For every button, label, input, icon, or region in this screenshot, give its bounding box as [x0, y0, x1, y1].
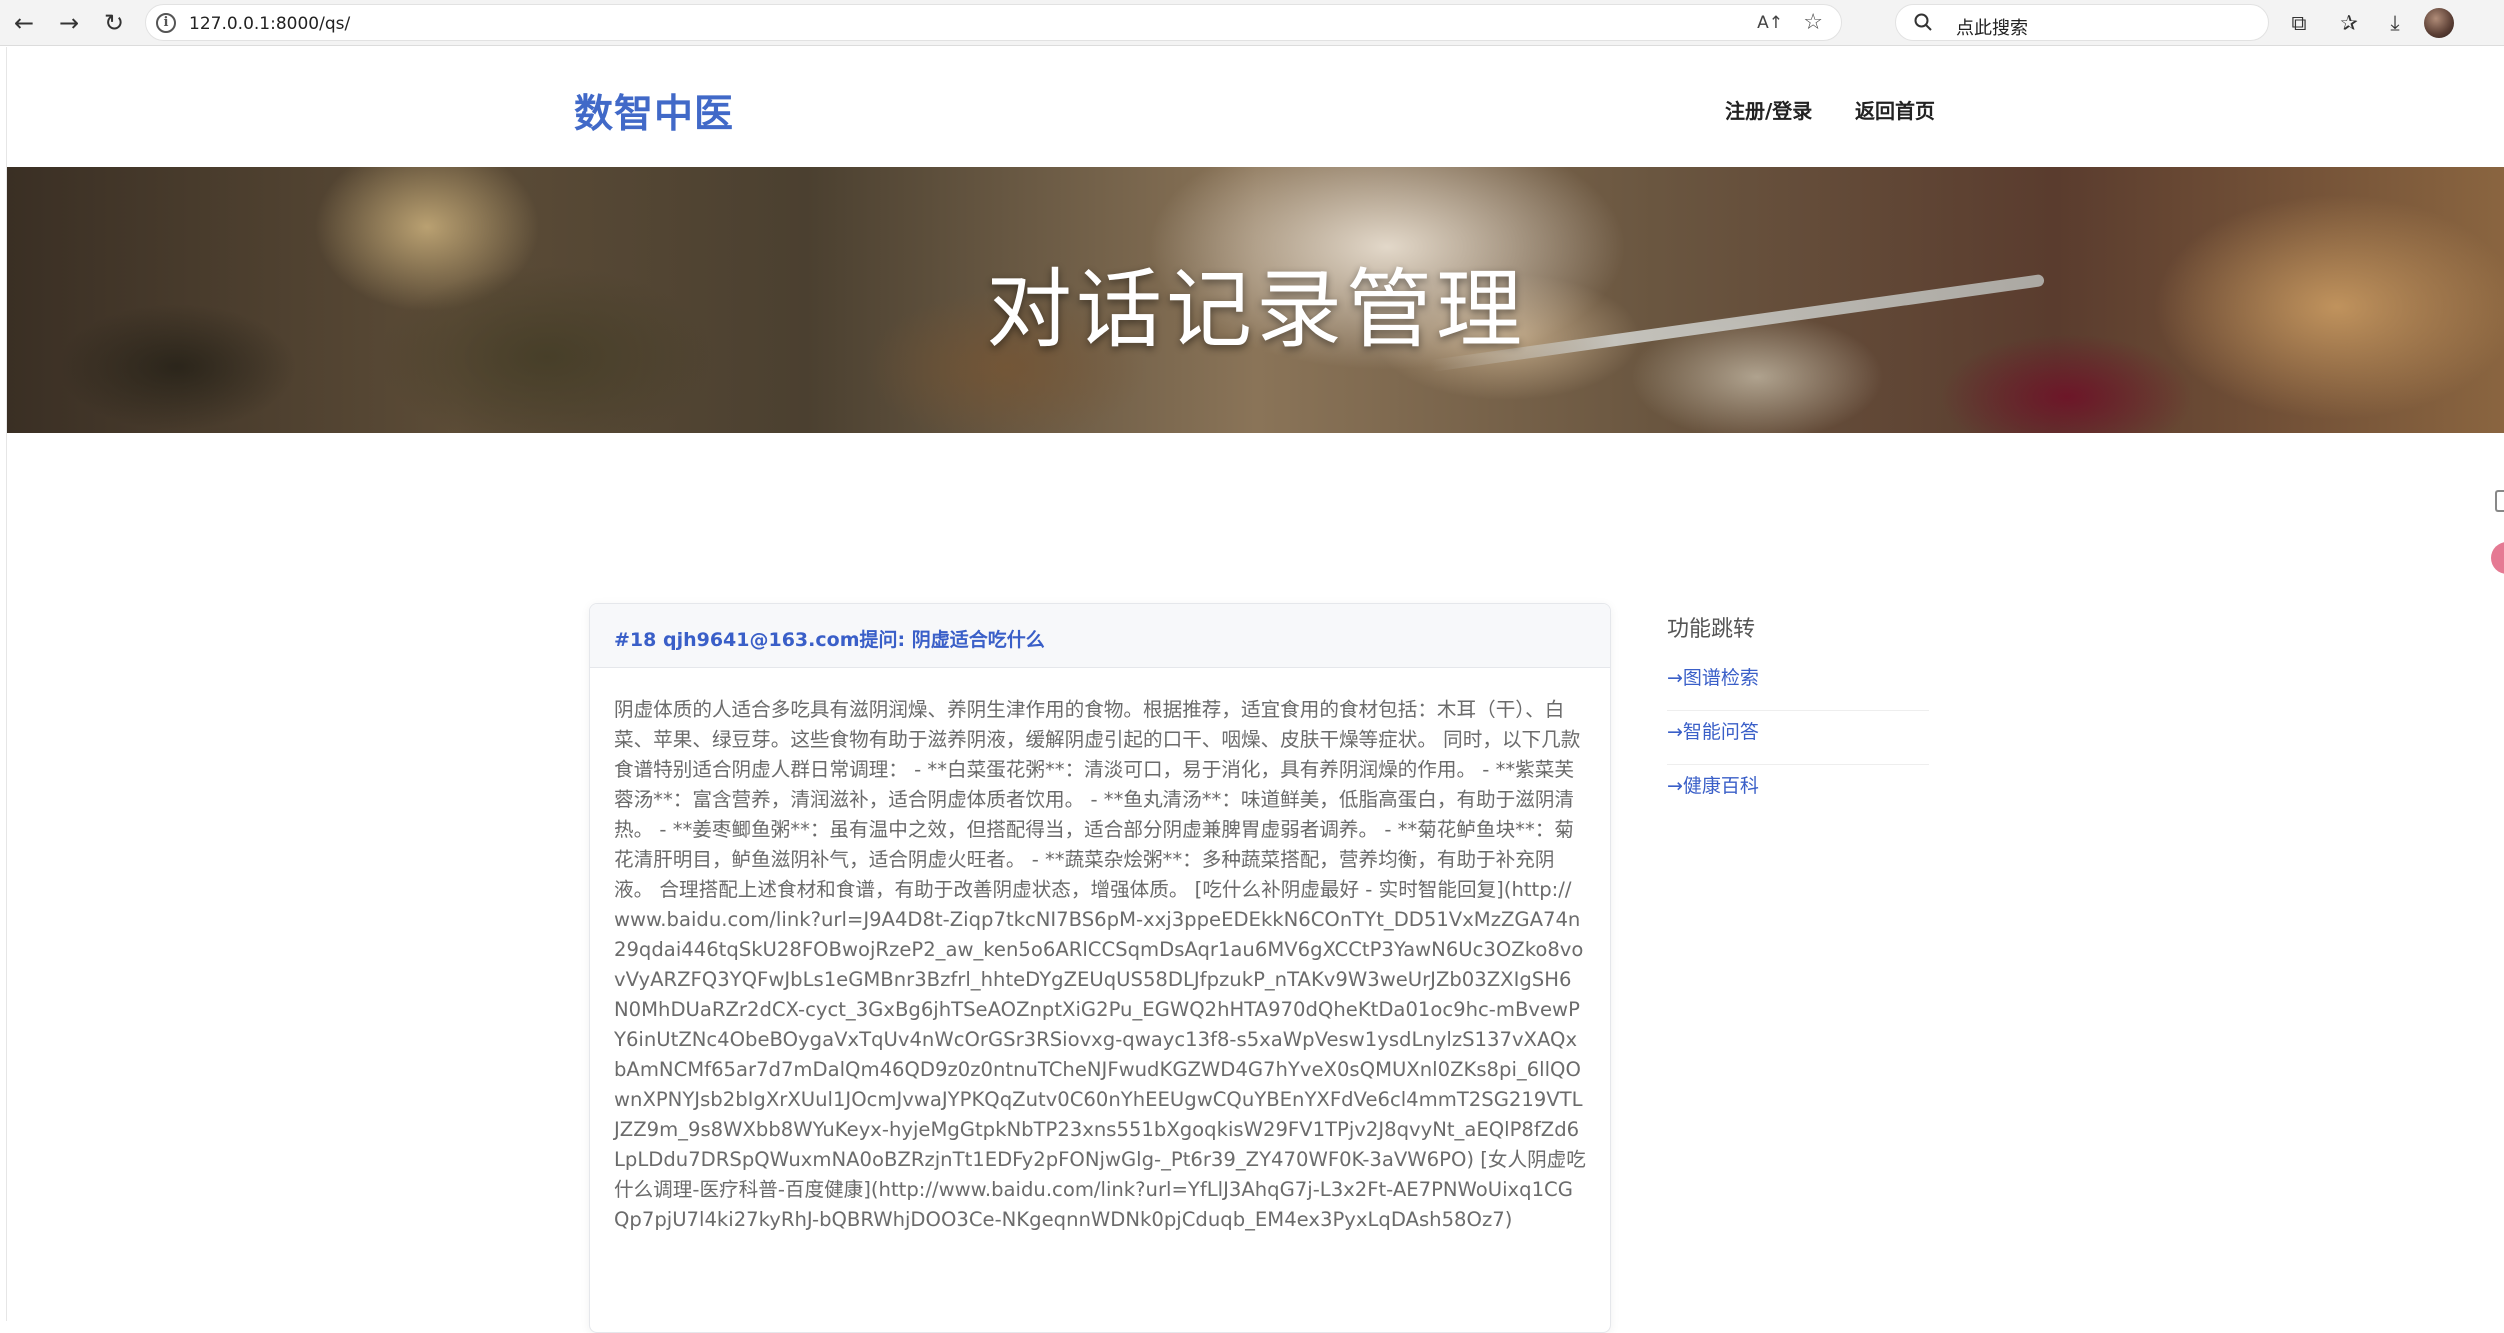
- sidebar-title: 功能跳转: [1667, 617, 1756, 642]
- favorite-star-icon[interactable]: ☆: [1803, 10, 1823, 35]
- nav-home[interactable]: 返回首页: [1855, 95, 1935, 124]
- reload-icon: ↻: [103, 9, 125, 37]
- page-viewport: 数智中医 注册/登录 返回首页 对话记录管理 #18 qjh9641@163.c…: [6, 47, 2504, 1333]
- arrow-right-icon: →: [58, 9, 80, 37]
- chat-record-answer: 阴虚体质的人适合多吃具有滋阴润燥、养阴生津作用的食物。根据推荐，适宜食用的食材包…: [614, 698, 1586, 1231]
- function-sidebar: 功能跳转 →图谱检索 →智能问答 →健康百科: [1667, 603, 1929, 819]
- reload-button[interactable]: ↻: [98, 7, 130, 39]
- arrow-left-icon: ←: [13, 9, 35, 37]
- sidebar-link-smart-qa[interactable]: →智能问答: [1667, 711, 1929, 765]
- sidebar-link-health-wiki[interactable]: →健康百科: [1667, 765, 1929, 819]
- profile-avatar[interactable]: [2424, 8, 2454, 38]
- forward-button[interactable]: →: [53, 7, 85, 39]
- chat-record-title: #18 qjh9641@163.com提问: 阴虚适合吃什么: [614, 629, 1045, 651]
- address-bar[interactable]: i 127.0.0.1:8000/qs/ A↑ ☆: [145, 4, 1842, 41]
- chat-record-header: #18 qjh9641@163.com提问: 阴虚适合吃什么: [590, 604, 1610, 668]
- browser-search-box[interactable]: 点此搜索: [1895, 4, 2269, 41]
- page-title: 对话记录管理: [986, 260, 1526, 360]
- site-logo[interactable]: 数智中医: [574, 83, 734, 139]
- back-button[interactable]: ←: [8, 7, 40, 39]
- search-icon: [1914, 13, 1932, 31]
- chat-record-card: #18 qjh9641@163.com提问: 阴虚适合吃什么 阴虚体质的人适合多…: [589, 603, 1611, 1333]
- side-assistant-icon[interactable]: [2491, 542, 2504, 574]
- url-text[interactable]: 127.0.0.1:8000/qs/: [189, 14, 350, 34]
- sidebar-link-graph-search[interactable]: →图谱检索: [1667, 657, 1929, 711]
- download-icon[interactable]: ⤓: [2380, 8, 2410, 38]
- extensions-icon[interactable]: ⧉: [2284, 8, 2314, 38]
- favorites-icon[interactable]: ✰: [2334, 8, 2364, 38]
- hero-banner: 对话记录管理: [7, 167, 2504, 433]
- site-info-icon[interactable]: i: [156, 13, 176, 33]
- search-placeholder: 点此搜索: [1956, 18, 2028, 39]
- nav-register-login[interactable]: 注册/登录: [1725, 95, 1812, 124]
- side-widget-icon[interactable]: [2495, 490, 2504, 512]
- browser-toolbar: ← → ↻ i 127.0.0.1:8000/qs/ A↑ ☆ 点此搜索 ⧉ ✰…: [0, 0, 2504, 46]
- read-aloud-icon[interactable]: A↑: [1757, 13, 1783, 33]
- site-header: 数智中医 注册/登录 返回首页: [7, 47, 2504, 167]
